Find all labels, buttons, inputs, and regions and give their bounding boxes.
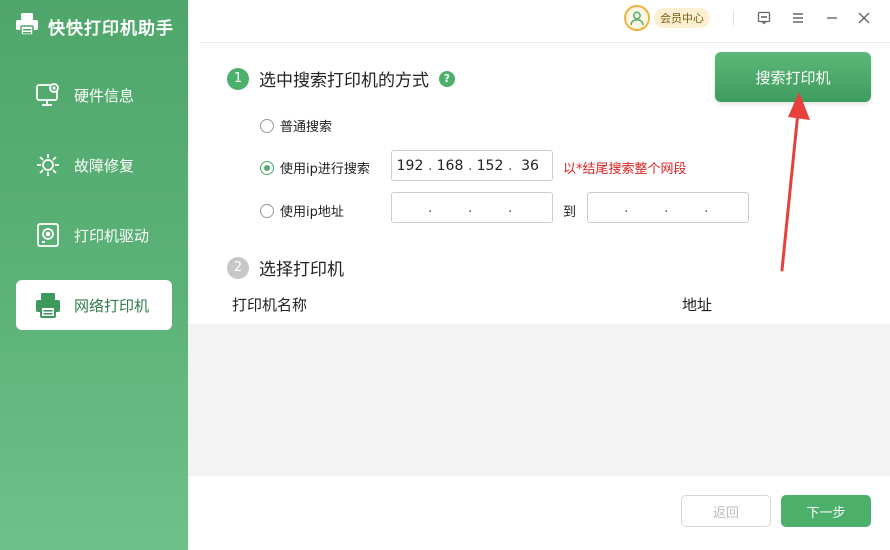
sidebar-item-label: 故障修复 xyxy=(74,156,135,175)
radio-label: 使用ip进行搜索 xyxy=(280,162,370,177)
ip-dot: . xyxy=(468,199,473,216)
sidebar-item-hardware-info[interactable]: 硬件信息 xyxy=(16,70,172,120)
sidebar-item-fault-repair[interactable]: 故障修复 xyxy=(16,140,172,190)
radio-label: 使用ip地址 xyxy=(280,205,344,220)
step-title: 选择打印机 xyxy=(259,260,344,280)
ip-segment[interactable]: 192 xyxy=(392,158,428,174)
app-brand: 快快打印机助手 xyxy=(14,10,174,42)
radio-ip-search[interactable]: 使用ip进行搜索 xyxy=(260,158,370,177)
printer-table-header: 打印机名称 地址 xyxy=(188,288,890,324)
search-printer-button[interactable]: 搜索打印机 xyxy=(715,52,871,102)
minimize-icon[interactable] xyxy=(822,8,842,28)
ip-segment[interactable]: 36 xyxy=(512,158,548,174)
ip-dot: . xyxy=(428,199,433,216)
member-center-button[interactable]: 会员中心 xyxy=(624,4,710,32)
radio-button[interactable] xyxy=(260,203,274,218)
help-icon[interactable]: ? xyxy=(439,70,455,87)
member-center-label: 会员中心 xyxy=(654,8,710,28)
avatar xyxy=(624,5,650,31)
ip-dot: . xyxy=(704,199,709,216)
radio-normal-search[interactable]: 普通搜索 xyxy=(260,116,332,135)
feedback-icon[interactable] xyxy=(754,8,774,28)
sidebar: 快快打印机助手 硬件信息 故障修复 打印机驱动 网络打印机 xyxy=(0,0,188,550)
sidebar-item-label: 打印机驱动 xyxy=(74,226,150,245)
ip-dot: . xyxy=(664,199,669,216)
ip-dot: . xyxy=(624,199,629,216)
radio-ip-range[interactable]: 使用ip地址 xyxy=(260,201,344,220)
printer-icon xyxy=(32,289,64,321)
ip-segment[interactable]: 152 xyxy=(472,158,508,174)
ip-dot: . xyxy=(508,199,513,216)
sidebar-item-label: 网络打印机 xyxy=(74,296,150,315)
annotation-arrow-icon xyxy=(780,92,810,272)
back-button[interactable]: 返回 xyxy=(681,495,771,527)
sidebar-item-printer-driver[interactable]: 打印机驱动 xyxy=(16,210,172,260)
sidebar-item-label: 硬件信息 xyxy=(74,86,135,105)
column-header-printer-name: 打印机名称 xyxy=(232,296,308,314)
step-2-header: 2 选择打印机 xyxy=(227,255,344,280)
app-title: 快快打印机助手 xyxy=(48,18,174,39)
step-1-header: 1 选中搜索打印机的方式 ? xyxy=(227,66,455,91)
printer-logo-icon xyxy=(14,11,40,41)
ip-segment[interactable]: 168 xyxy=(432,158,468,174)
step-title: 选中搜索打印机的方式 xyxy=(259,71,429,91)
header-divider xyxy=(200,42,890,43)
title-bar: 会员中心 xyxy=(188,0,890,36)
next-button[interactable]: 下一步 xyxy=(781,495,871,527)
menu-icon[interactable] xyxy=(788,8,808,28)
column-header-address: 地址 xyxy=(682,296,713,314)
close-icon[interactable] xyxy=(854,8,874,28)
divider xyxy=(733,10,734,26)
sidebar-item-network-printer[interactable]: 网络打印机 xyxy=(16,280,172,330)
monitor-icon xyxy=(32,79,64,111)
printer-table-body xyxy=(188,324,890,476)
radio-button[interactable] xyxy=(260,118,274,133)
disk-drive-icon xyxy=(32,219,64,251)
step-number-badge: 2 xyxy=(227,256,249,279)
ip-range-end-field[interactable]: . . . xyxy=(587,192,749,223)
wrench-gear-icon xyxy=(32,149,64,181)
ip-search-field[interactable]: 192 . 168 . 152 . 36 xyxy=(391,150,553,181)
radio-label: 普通搜索 xyxy=(280,120,333,135)
ip-range-start-field[interactable]: . . . xyxy=(391,192,553,223)
radio-button[interactable] xyxy=(260,160,274,175)
step-number-badge: 1 xyxy=(227,67,249,90)
ip-hint-text: 以*结尾搜索整个网段 xyxy=(563,162,687,177)
range-to-label: 到 xyxy=(563,205,577,220)
